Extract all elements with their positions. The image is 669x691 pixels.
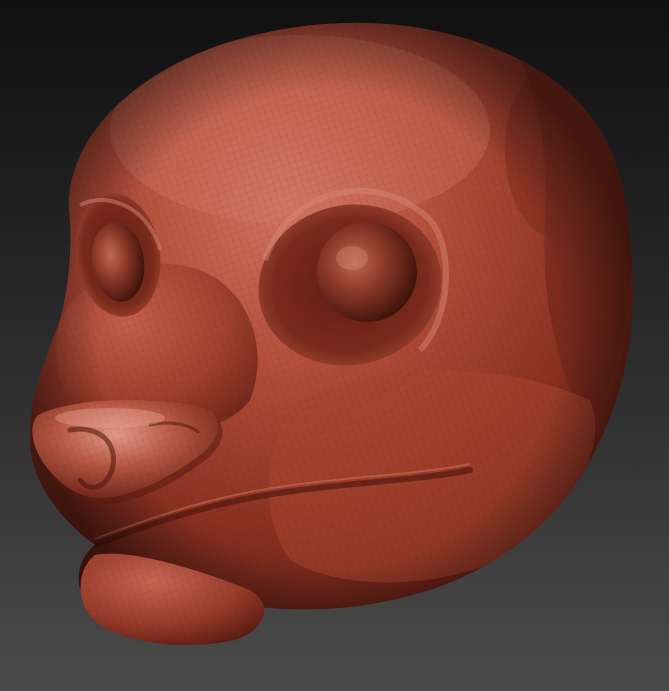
sculpt-viewport[interactable] <box>0 0 669 691</box>
sculpt-render <box>0 0 669 691</box>
